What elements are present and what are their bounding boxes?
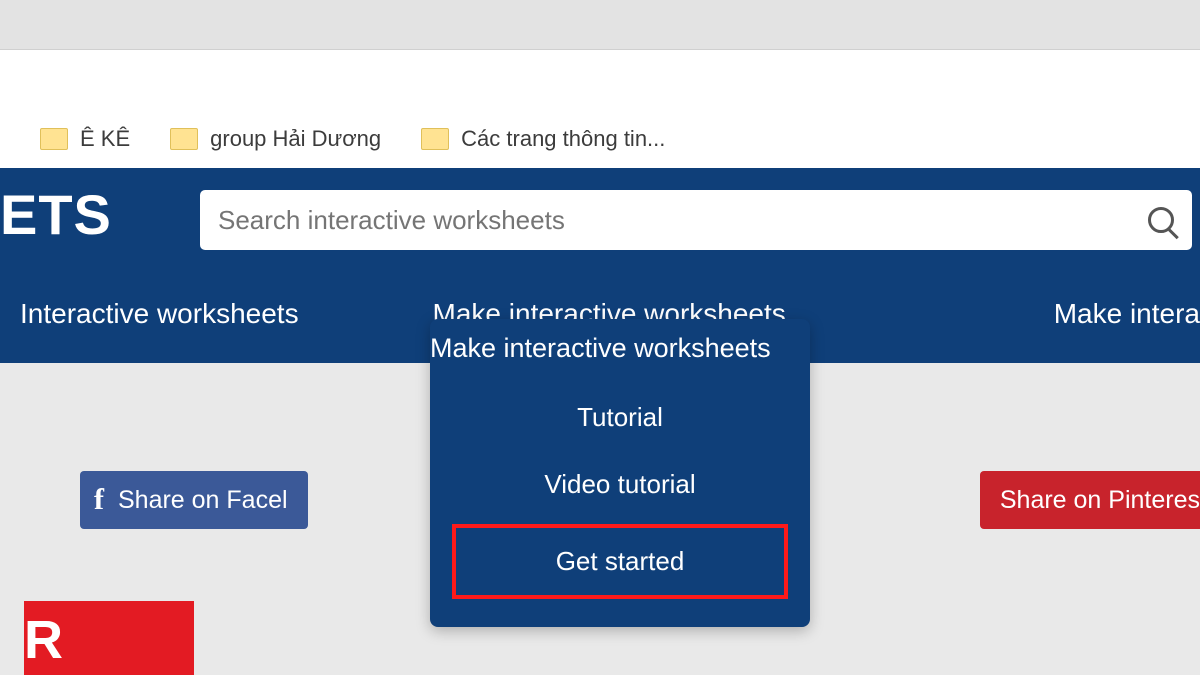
search-icon[interactable] [1148, 207, 1174, 233]
search-box[interactable] [200, 190, 1192, 250]
share-facebook-label: Share on Facel [118, 486, 288, 515]
folder-icon [421, 128, 449, 150]
share-pinterest-label: Share on Pinteres [1000, 486, 1200, 515]
bookmark-label: Ê KÊ [80, 126, 130, 152]
ad-block[interactable]: R [24, 601, 194, 675]
browser-toolbar-gap [0, 50, 1200, 110]
dropdown-item-get-started[interactable]: Get started [452, 524, 788, 599]
bookmark-label: group Hải Dương [210, 126, 381, 152]
nav-make-interactive-right[interactable]: Make intera [1054, 298, 1200, 330]
bookmarks-bar: Ê KÊ group Hải Dương Các trang thông tin… [0, 110, 1200, 168]
make-worksheets-dropdown: Make interactive worksheets Tutorial Vid… [430, 319, 810, 627]
dropdown-item-tutorial[interactable]: Tutorial [430, 384, 810, 451]
bookmark-folder[interactable]: group Hải Dương [170, 126, 381, 152]
folder-icon [170, 128, 198, 150]
content-area: Make interactive worksheets Tutorial Vid… [0, 363, 1200, 675]
share-pinterest-button[interactable]: Share on Pinteres [980, 471, 1200, 529]
dropdown-item-video-tutorial[interactable]: Video tutorial [430, 451, 810, 518]
nav-interactive-worksheets[interactable]: Interactive worksheets [20, 298, 299, 330]
folder-icon [40, 128, 68, 150]
facebook-icon: f [94, 483, 104, 517]
ad-block-text: R [24, 609, 64, 671]
browser-tab-strip [0, 0, 1200, 50]
dropdown-title[interactable]: Make interactive worksheets [430, 333, 810, 384]
bookmark-label: Các trang thông tin... [461, 126, 665, 152]
bookmark-folder[interactable]: Ê KÊ [40, 126, 130, 152]
share-facebook-button[interactable]: f Share on Facel [80, 471, 308, 529]
search-input[interactable] [218, 205, 1140, 236]
site-logo[interactable]: ETS [0, 182, 112, 247]
bookmark-folder[interactable]: Các trang thông tin... [421, 126, 665, 152]
